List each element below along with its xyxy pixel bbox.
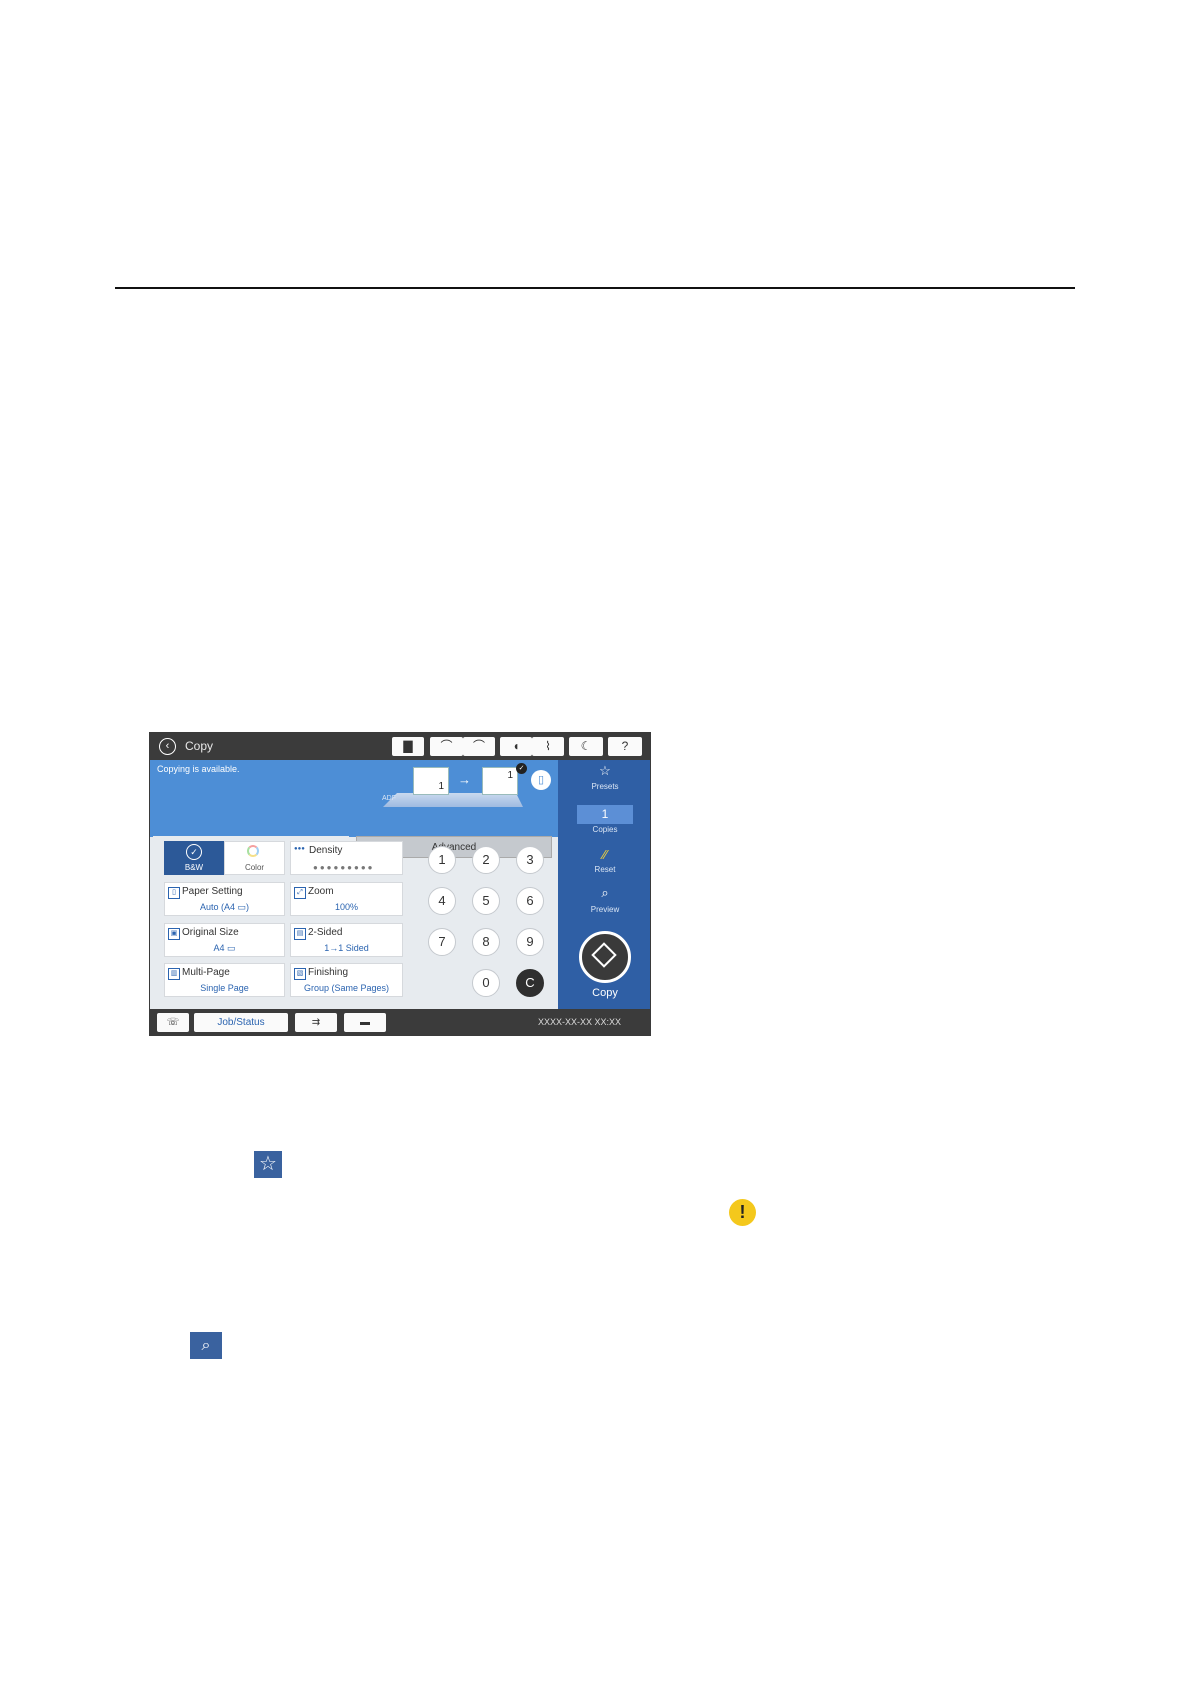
presets-label[interactable]: Presets [558, 782, 650, 791]
zoom-value: 100% [334, 902, 359, 912]
finishing-tile[interactable]: ▧ Finishing Group (Same Pages) [290, 963, 403, 997]
adf-tray [383, 793, 523, 807]
density-icon: ●●● [294, 846, 305, 852]
multi-page-tile[interactable]: ▥ Multi-Page Single Page [164, 963, 285, 997]
copy-screen-panel: ‹ Copy ▇ ⌒ ⌒ ◖ ⌇ ☾ ? Copying is availabl… [149, 732, 651, 1036]
key-0[interactable]: 0 [472, 969, 500, 997]
screen-title: Copy [185, 739, 214, 753]
preview-label[interactable]: Preview [558, 905, 650, 914]
start-diamond-icon [591, 942, 617, 968]
clear-key[interactable]: C [516, 969, 544, 997]
color-button[interactable]: Color [224, 841, 285, 875]
paper-feed-icon[interactable]: ⇉ [295, 1013, 337, 1032]
paper-setting-label: Paper Setting [182, 886, 243, 897]
key-7[interactable]: 7 [428, 928, 456, 956]
two-sided-icon: ▤ [294, 928, 306, 940]
original-size-tile[interactable]: ▣ Original Size A4 ▭ [164, 923, 285, 957]
density-scale: ●●●●●●●●● [313, 863, 375, 872]
tray-icon[interactable]: ▬ [344, 1013, 386, 1032]
warning-icon: ! [729, 1199, 756, 1226]
original-size-label: Original Size [182, 927, 239, 938]
side-panel: ☆ Presets 1 Copies ⁄⁄ Reset ⌕ Preview Co… [558, 760, 650, 1009]
preview-icon[interactable]: ⌕ [558, 885, 650, 901]
key-6[interactable]: 6 [516, 887, 544, 915]
original-size-icon: ▣ [168, 928, 180, 940]
original-sheet: 1 [413, 767, 449, 795]
color-wheel-icon [247, 845, 259, 857]
density-label: Density [309, 845, 343, 856]
multi-page-label: Multi-Page [182, 967, 230, 978]
key-2[interactable]: 2 [472, 846, 500, 874]
key-9[interactable]: 9 [516, 928, 544, 956]
zoom-icon: ⤢ [294, 887, 306, 899]
printer-icon[interactable]: ▇ [392, 737, 424, 756]
fax-icon[interactable]: ☏ [157, 1013, 189, 1032]
multi-page-value: Single Page [200, 983, 249, 993]
copies-label: Copies [592, 825, 618, 834]
clipboard-icon[interactable]: ▯ [531, 770, 551, 790]
start-copy-button[interactable] [579, 931, 631, 983]
wifi-direct-icon[interactable]: ⌒ [463, 737, 495, 756]
two-sided-tile[interactable]: ▤ 2-Sided 1→1 Sided [290, 923, 403, 957]
zoom-label: Zoom [308, 886, 334, 897]
section-rule [115, 287, 1075, 289]
status-area: Copying is available. ADF 1 → 1 ✓ ▯ Basi… [150, 760, 558, 858]
sleep-icon[interactable]: ☾ [569, 737, 603, 756]
key-1[interactable]: 1 [428, 846, 456, 874]
wifi-icon[interactable]: ⌒ [430, 737, 463, 756]
help-icon[interactable]: ? [608, 737, 642, 756]
density-tile[interactable]: Density ●●● ●●●●●●●●● [290, 841, 403, 875]
back-icon[interactable]: ‹ [159, 738, 176, 755]
color-label: Color [244, 863, 265, 872]
adf-label: ADF [382, 795, 396, 802]
bw-button[interactable]: ✓ B&W [164, 841, 224, 875]
job-status-button[interactable]: Job/Status [194, 1013, 288, 1032]
datetime: XXXX-XX-XX XX:XX [537, 1017, 621, 1027]
reset-label[interactable]: Reset [558, 865, 650, 874]
paper-setting-value: Auto (A4 ▭) [199, 902, 250, 912]
status-message: Copying is available. [157, 764, 240, 774]
output-sheet: 1 [482, 767, 518, 795]
original-size-value: A4 ▭ [213, 943, 236, 953]
key-4[interactable]: 4 [428, 887, 456, 915]
bw-label: B&W [184, 863, 204, 872]
presets-star-icon: ☆ [254, 1151, 282, 1178]
output-count: 1 [507, 770, 513, 781]
star-icon[interactable]: ☆ [558, 763, 650, 779]
multi-page-icon: ▥ [168, 968, 180, 980]
start-label: Copy [592, 987, 618, 999]
check-icon: ✓ [516, 763, 527, 774]
finishing-label: Finishing [308, 967, 349, 978]
zoom-tile[interactable]: ⤢ Zoom 100% [290, 882, 403, 916]
reset-icon[interactable]: ⁄⁄ [558, 847, 650, 862]
two-sided-value: 1→1 Sided [324, 943, 369, 953]
sound-icon[interactable]: ◖ [500, 737, 532, 756]
key-8[interactable]: 8 [472, 928, 500, 956]
two-sided-label: 2-Sided [308, 927, 343, 938]
original-count: 1 [438, 781, 444, 792]
paper-setting-tile[interactable]: ▯ Paper Setting Auto (A4 ▭) [164, 882, 285, 916]
bottom-bar: ☏ Job/Status ⇉ ▬ XXXX-XX-XX XX:XX [150, 1009, 650, 1035]
finishing-value: Group (Same Pages) [303, 983, 390, 993]
arrow-right-icon: → [458, 772, 471, 787]
wifi-off-icon[interactable]: ⌇ [532, 737, 564, 756]
copies-input[interactable]: 1 [577, 805, 633, 824]
key-5[interactable]: 5 [472, 887, 500, 915]
finishing-icon: ▧ [294, 968, 306, 980]
top-bar: ‹ Copy ▇ ⌒ ⌒ ◖ ⌇ ☾ ? [150, 733, 650, 760]
preview-magnifier-icon: ⌕ [190, 1332, 222, 1359]
key-3[interactable]: 3 [516, 846, 544, 874]
check-icon: ✓ [186, 844, 202, 860]
paper-icon: ▯ [168, 887, 180, 899]
